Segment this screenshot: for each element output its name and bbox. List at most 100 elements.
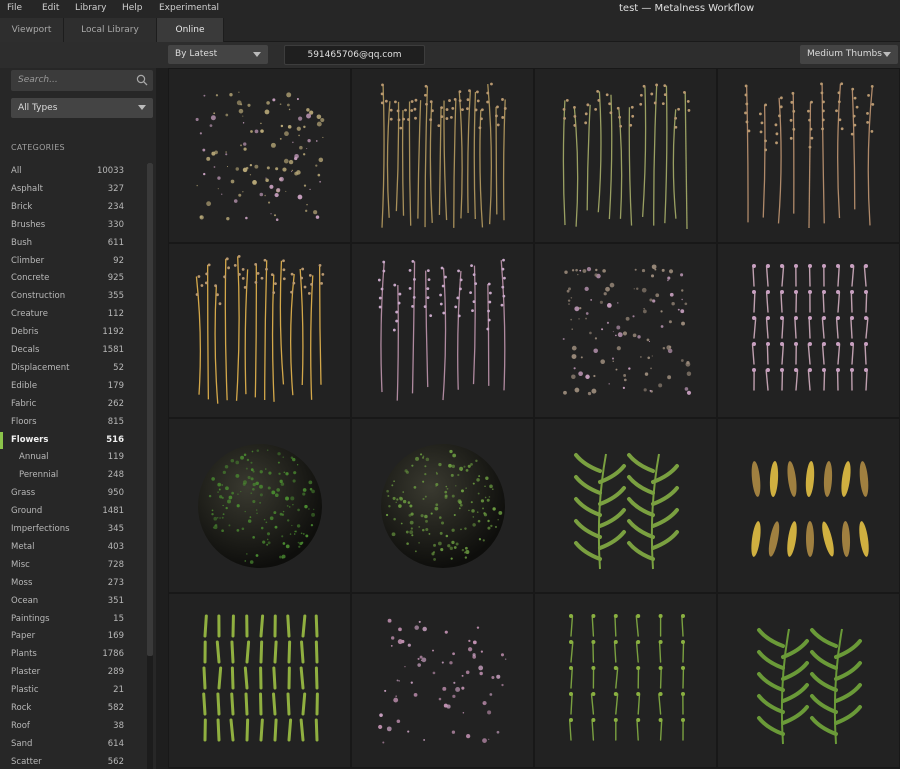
menu-edit[interactable]: Edit bbox=[42, 3, 59, 13]
asset-thumbnail[interactable] bbox=[351, 418, 534, 593]
type-filter-dropdown[interactable]: All Types bbox=[11, 98, 153, 118]
category-label: Plaster bbox=[11, 667, 41, 678]
category-label: Brick bbox=[11, 201, 33, 212]
search-icon[interactable] bbox=[136, 74, 148, 86]
menu-file[interactable]: File bbox=[7, 3, 22, 13]
category-item[interactable]: Moss 273 bbox=[0, 575, 146, 592]
tab-local-library[interactable]: Local Library bbox=[64, 18, 157, 42]
category-item[interactable]: Construction 355 bbox=[0, 288, 146, 305]
category-item[interactable]: Plants 1786 bbox=[0, 646, 146, 663]
sort-dropdown[interactable]: By Latest bbox=[168, 45, 268, 64]
asset-thumbnail[interactable] bbox=[534, 593, 717, 768]
thumb-size-label: Medium Thumbs bbox=[807, 49, 882, 59]
account-field[interactable]: 591465706@qq.com bbox=[284, 45, 425, 65]
asset-thumbnail[interactable] bbox=[351, 243, 534, 418]
category-item[interactable]: Displacement 52 bbox=[0, 360, 146, 377]
category-count: 179 bbox=[107, 380, 124, 391]
category-item[interactable]: Concrete 925 bbox=[0, 270, 146, 287]
asset-preview-image bbox=[198, 444, 322, 568]
category-label: Brushes bbox=[11, 219, 46, 230]
asset-thumbnail[interactable] bbox=[534, 418, 717, 593]
category-item[interactable]: Misc 728 bbox=[0, 557, 146, 574]
category-label: Displacement bbox=[11, 362, 70, 373]
asset-thumbnail[interactable] bbox=[534, 68, 717, 243]
asset-preview-image bbox=[377, 258, 506, 401]
active-indicator bbox=[0, 431, 3, 449]
category-label: Bush bbox=[11, 237, 33, 248]
category-count: 351 bbox=[107, 595, 124, 606]
category-item[interactable]: Brick 234 bbox=[0, 199, 146, 216]
category-item[interactable]: Floors 815 bbox=[0, 414, 146, 431]
category-item[interactable]: Creature 112 bbox=[0, 306, 146, 323]
asset-thumbnail[interactable] bbox=[351, 68, 534, 243]
sidebar-scrollbar[interactable] bbox=[147, 163, 153, 769]
category-label: Flowers bbox=[11, 434, 49, 445]
asset-grid bbox=[168, 68, 900, 769]
category-label: Rock bbox=[11, 703, 32, 713]
category-label: Fabric bbox=[11, 398, 37, 409]
asset-thumbnail[interactable] bbox=[717, 418, 900, 593]
category-item[interactable]: Roof 38 bbox=[0, 718, 146, 735]
scrollbar-thumb[interactable] bbox=[147, 163, 153, 656]
category-item[interactable]: Climber 92 bbox=[0, 253, 146, 270]
asset-thumbnail[interactable] bbox=[717, 68, 900, 243]
menu-library[interactable]: Library bbox=[75, 3, 106, 13]
chevron-down-icon bbox=[138, 105, 146, 110]
category-item[interactable]: Ground 1481 bbox=[0, 503, 146, 520]
category-item[interactable]: Plaster 289 bbox=[0, 664, 146, 681]
category-item[interactable]: Fabric 262 bbox=[0, 396, 146, 413]
category-item[interactable]: Debris 1192 bbox=[0, 324, 146, 341]
category-label: Decals bbox=[11, 345, 40, 355]
asset-thumbnail[interactable] bbox=[534, 243, 717, 418]
category-item[interactable]: Brushes 330 bbox=[0, 217, 146, 234]
asset-preview-image bbox=[562, 264, 692, 396]
asset-preview-image bbox=[195, 91, 325, 221]
menu-experimental[interactable]: Experimental bbox=[159, 3, 219, 13]
category-count: 614 bbox=[107, 738, 124, 749]
search-input[interactable]: Search... bbox=[11, 70, 153, 91]
asset-preview-image bbox=[562, 83, 691, 229]
category-item[interactable]: Bush 611 bbox=[0, 235, 146, 252]
category-item[interactable]: Paintings 15 bbox=[0, 611, 146, 628]
asset-thumbnail[interactable] bbox=[168, 243, 351, 418]
asset-thumbnail[interactable] bbox=[168, 593, 351, 768]
asset-preview-image bbox=[751, 264, 869, 391]
asset-thumbnail[interactable] bbox=[717, 243, 900, 418]
category-label: Imperfections bbox=[11, 524, 70, 534]
category-item[interactable]: Flowers 516 bbox=[0, 431, 146, 449]
category-count: 562 bbox=[107, 756, 124, 767]
asset-preview-image bbox=[744, 82, 875, 229]
category-item[interactable]: Ocean 351 bbox=[0, 593, 146, 610]
asset-thumbnail[interactable] bbox=[168, 68, 351, 243]
thumb-size-dropdown[interactable]: Medium Thumbs bbox=[800, 45, 898, 64]
sort-label: By Latest bbox=[175, 49, 218, 59]
asset-preview-image bbox=[574, 453, 679, 570]
category-item[interactable]: Rock 582 bbox=[0, 700, 146, 717]
asset-thumbnail[interactable] bbox=[351, 593, 534, 768]
category-item[interactable]: Asphalt 327 bbox=[0, 181, 146, 198]
category-item[interactable]: Imperfections 345 bbox=[0, 521, 146, 538]
category-count: 52 bbox=[113, 362, 124, 373]
category-item[interactable]: Metal 403 bbox=[0, 539, 146, 556]
category-item[interactable]: Perennial 248 bbox=[0, 467, 146, 484]
category-item[interactable]: Paper 169 bbox=[0, 628, 146, 645]
category-label: Roof bbox=[11, 720, 30, 731]
asset-thumbnail[interactable] bbox=[717, 593, 900, 768]
category-item[interactable]: Grass 950 bbox=[0, 485, 146, 502]
asset-preview-image bbox=[380, 82, 507, 228]
category-item[interactable]: Edible 179 bbox=[0, 378, 146, 395]
asset-thumbnail[interactable] bbox=[168, 418, 351, 593]
category-label: Scatter bbox=[11, 756, 42, 767]
category-item[interactable]: Plastic 21 bbox=[0, 682, 146, 699]
category-item[interactable]: Scatter 562 bbox=[0, 754, 146, 769]
menu-help[interactable]: Help bbox=[122, 3, 143, 13]
category-count: 925 bbox=[107, 273, 124, 284]
category-item[interactable]: Decals 1581 bbox=[0, 342, 146, 359]
tab-viewport[interactable]: Viewport bbox=[0, 18, 64, 42]
category-item[interactable]: All 10033 bbox=[0, 163, 146, 180]
category-item[interactable]: Sand 614 bbox=[0, 736, 146, 753]
tab-online[interactable]: Online bbox=[157, 18, 224, 42]
category-item[interactable]: Annual 119 bbox=[0, 449, 146, 466]
category-label: Grass bbox=[11, 488, 36, 499]
category-count: 1581 bbox=[102, 345, 124, 355]
